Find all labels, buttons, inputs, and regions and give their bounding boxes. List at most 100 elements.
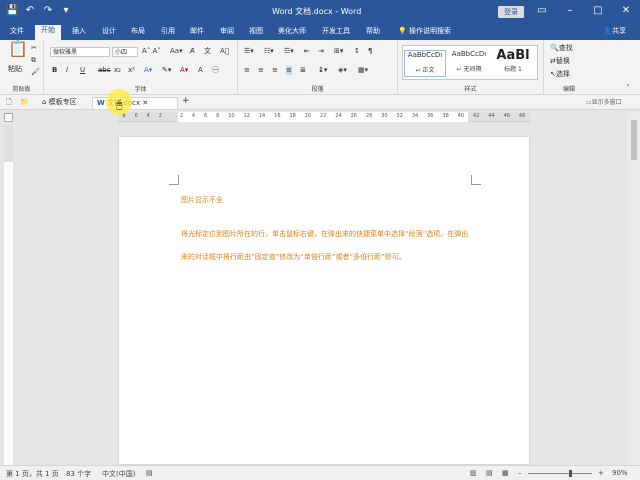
bold-button[interactable]: B	[52, 66, 57, 75]
justify-icon[interactable]: ≡	[286, 66, 292, 75]
text-effects-icon[interactable]: A▾	[144, 66, 152, 75]
print-layout-icon[interactable]: ▤	[486, 469, 493, 477]
document-paragraph[interactable]: 将光标定位到图片所在的行，单击鼠标右键，在弹出来的快捷菜单中选择“段落”选项。在…	[181, 223, 473, 269]
document-heading[interactable]: 图片显示不全	[181, 195, 223, 205]
tab-document[interactable]: W 文档.docx ✕	[92, 97, 178, 109]
enclose-char-icon[interactable]: ㊀	[212, 66, 219, 75]
decrease-indent-icon[interactable]: ⇤	[304, 47, 310, 56]
macro-icon[interactable]: ▤	[146, 469, 153, 477]
close-tab-icon[interactable]: ✕	[142, 99, 148, 107]
char-shading-icon[interactable]: A	[198, 66, 203, 75]
style-name: ↵ 无间隔	[456, 66, 482, 73]
change-case-icon[interactable]: Aa▾	[170, 47, 183, 56]
font-color-icon[interactable]: A▾	[180, 66, 188, 75]
tab-design[interactable]: 设计	[100, 26, 118, 40]
zoom-out-icon[interactable]: –	[518, 469, 522, 477]
align-center-icon[interactable]: ≡	[258, 66, 264, 75]
tab-home[interactable]: 开始	[35, 25, 61, 40]
scrollbar-thumb[interactable]	[631, 120, 637, 160]
share-button[interactable]: 👤共享	[603, 26, 626, 36]
zoom-in-icon[interactable]: +	[598, 469, 604, 477]
zoom-level[interactable]: 90%	[612, 469, 628, 477]
save-icon[interactable]: 💾	[6, 5, 18, 17]
italic-button[interactable]: I	[66, 66, 68, 75]
ribbon-display-icon[interactable]: ▭	[528, 0, 556, 23]
chinese-layout-icon[interactable]: ⊞▾	[334, 47, 343, 56]
word-count[interactable]: 83 个字	[66, 469, 91, 479]
font-name-select[interactable]: 微软雅黑	[50, 47, 110, 57]
tab-layout[interactable]: 布局	[129, 26, 147, 40]
tab-mailings[interactable]: 邮件	[188, 26, 206, 40]
tab-review[interactable]: 审阅	[218, 26, 236, 40]
web-layout-icon[interactable]: ▦	[502, 469, 509, 477]
bullets-icon[interactable]: ☰▾	[244, 47, 254, 56]
select-button[interactable]: ↖选择	[550, 70, 570, 79]
numbering-icon[interactable]: ☷▾	[264, 47, 274, 56]
tab-insert[interactable]: 插入	[70, 26, 88, 40]
format-painter-icon[interactable]: 🖌	[31, 68, 40, 77]
undo-icon[interactable]: ↶	[24, 5, 36, 17]
tab-beautify[interactable]: 美化大师	[276, 26, 308, 40]
tab-file[interactable]: 文件	[8, 26, 26, 40]
document-page[interactable]: 图片显示不全 将光标定位到图片所在的行，单击鼠标右键，在弹出来的快捷菜单中选择“…	[119, 137, 529, 464]
grow-font-icon[interactable]: A˄ A˅	[142, 47, 161, 56]
collapse-ribbon-icon[interactable]: ˄	[626, 84, 630, 93]
sort-icon[interactable]: ↕	[354, 47, 360, 56]
login-button[interactable]: 登录	[498, 6, 524, 18]
open-folder-icon[interactable]: 📁	[20, 98, 29, 107]
zoom-slider[interactable]	[528, 473, 592, 474]
tab-help[interactable]: 帮助	[364, 26, 382, 40]
align-right-icon[interactable]: ≡	[272, 66, 278, 75]
multilevel-icon[interactable]: ☲▾	[284, 47, 294, 56]
strikethrough-button[interactable]: abc	[98, 66, 111, 75]
language[interactable]: 中文(中国)	[102, 469, 135, 479]
tab-references[interactable]: 引用	[159, 26, 177, 40]
tab-selector[interactable]	[4, 113, 13, 122]
page-count[interactable]: 第 1 页，共 1 页	[6, 469, 59, 479]
tell-me-search[interactable]: 💡 操作说明搜索	[396, 26, 453, 40]
vertical-scrollbar[interactable]	[628, 112, 640, 465]
style-no-spacing[interactable]: AaBbCcDı ↵ 无间隔	[448, 50, 490, 73]
zoom-slider-knob[interactable]	[569, 470, 572, 477]
highlight-icon[interactable]: ✎▾	[162, 66, 171, 75]
add-tab-icon[interactable]: +	[182, 97, 190, 106]
style-normal[interactable]: AaBbCcDı ↵ 正文	[404, 50, 446, 77]
show-multi-window[interactable]: ▭显示多窗口	[586, 98, 622, 107]
replace-button[interactable]: ⇄替换	[550, 57, 570, 66]
maximize-icon[interactable]: □	[584, 0, 612, 23]
cut-icon[interactable]: ✂	[31, 44, 37, 53]
ruler-tick-label: 2	[179, 113, 183, 119]
ruler-tick-label: 4	[146, 113, 150, 119]
superscript-button[interactable]: x²	[128, 66, 135, 75]
distribute-icon[interactable]: ≣	[300, 66, 306, 75]
increase-indent-icon[interactable]: ⇥	[318, 47, 324, 56]
customize-icon[interactable]: ▾	[60, 5, 72, 17]
minimize-icon[interactable]: –	[556, 0, 584, 23]
ruler-tick-label: 6	[134, 113, 138, 119]
tab-template-zone[interactable]: ⌂ 模板专区	[38, 97, 81, 109]
style-heading-1[interactable]: AaBl 标题 1	[492, 48, 534, 73]
vertical-ruler[interactable]	[4, 125, 13, 465]
clear-format-icon[interactable]: A̸	[190, 47, 195, 56]
borders-icon[interactable]: ▦▾	[358, 66, 368, 75]
new-doc-icon[interactable]: 🗋	[6, 98, 12, 107]
subscript-button[interactable]: x₂	[114, 66, 121, 75]
underline-button[interactable]: U	[80, 66, 85, 75]
close-icon[interactable]: ✕	[612, 0, 640, 23]
tab-developer[interactable]: 开发工具	[320, 26, 352, 40]
show-marks-icon[interactable]: ¶	[368, 47, 372, 56]
find-button[interactable]: 🔍查找	[550, 44, 573, 53]
font-size-select[interactable]: 小四	[112, 47, 138, 57]
horizontal-ruler[interactable]: 8 6 4 2 2 4 6 8 10 12 14 16 18 20 22 24 26 28 30 32 34 36 38 40…	[118, 112, 530, 122]
align-left-icon[interactable]: ≡	[244, 66, 250, 75]
shading-icon[interactable]: ◈▾	[338, 66, 347, 75]
paste-icon[interactable]: 📋	[8, 41, 28, 57]
read-mode-icon[interactable]: ▥	[470, 469, 477, 477]
copy-icon[interactable]: ⧉	[31, 56, 36, 65]
paste-label[interactable]: 粘贴	[8, 65, 22, 74]
tab-view[interactable]: 视图	[247, 26, 265, 40]
phonetic-icon[interactable]: 文	[204, 47, 211, 56]
char-border-icon[interactable]: A⃞	[220, 47, 229, 56]
line-spacing-icon[interactable]: ↨▾	[318, 66, 327, 75]
redo-icon[interactable]: ↷	[42, 5, 54, 17]
